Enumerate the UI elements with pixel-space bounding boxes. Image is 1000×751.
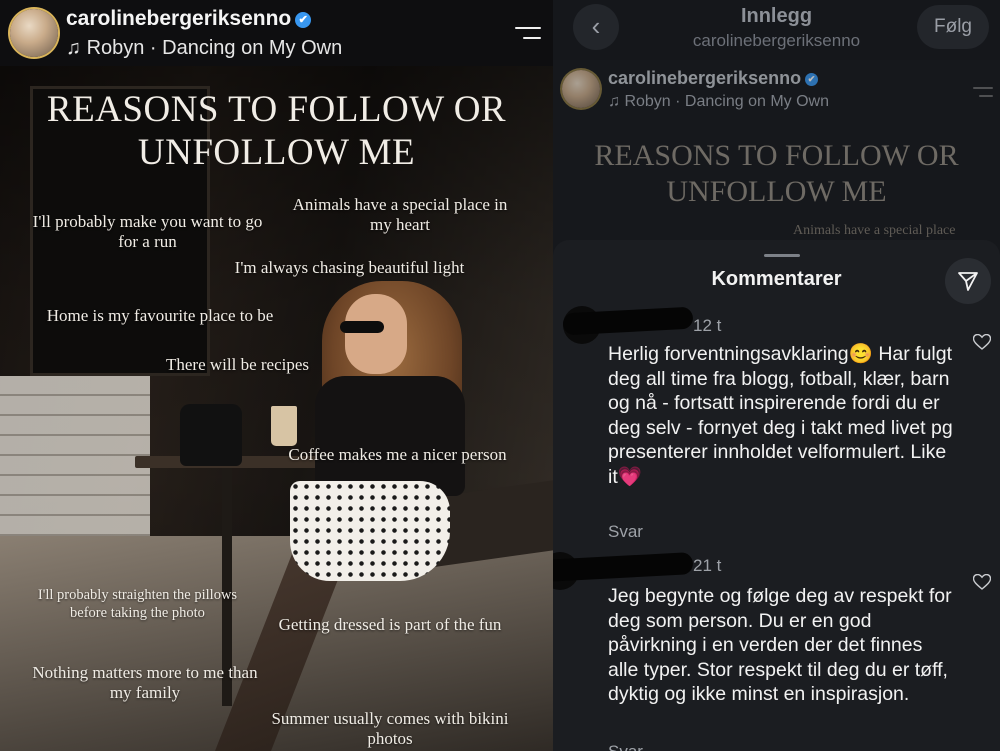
heart-icon[interactable] xyxy=(973,574,991,590)
comment-time: 12 t xyxy=(693,316,722,335)
handbag xyxy=(180,404,242,466)
woman-top xyxy=(315,376,465,496)
phrase-light: I'm always chasing beautiful light xyxy=(234,258,465,277)
comments-title: Kommentarer xyxy=(711,268,842,290)
woman-face xyxy=(345,294,407,374)
phrase-summer: Summer usually comes with bikini photos xyxy=(271,709,509,748)
comment-item: 12 t Herlig forventningsavklaring😊 Har f… xyxy=(553,302,1000,552)
phrase-coffee: Coffee makes me a nicer person xyxy=(288,445,507,464)
music-note-icon: ♫ xyxy=(608,93,620,110)
avatar[interactable] xyxy=(10,9,58,57)
music-text[interactable]: Robyn · Dancing on My Own xyxy=(87,37,343,59)
story-panel: carolinebergeriksenno ✔ ♫ Robyn · Dancing… xyxy=(0,0,553,751)
follow-button[interactable]: Følg xyxy=(917,5,989,49)
reply-button[interactable]: Svar xyxy=(608,742,643,751)
music-text[interactable]: Robyn · Dancing on My Own xyxy=(624,93,829,110)
username[interactable]: carolinebergeriksenno ✔ xyxy=(608,68,819,89)
sheet-grabber[interactable] xyxy=(764,254,800,257)
verified-icon: ✔ xyxy=(805,73,819,86)
woman-skirt xyxy=(290,481,450,581)
phrase-recipes: There will be recipes xyxy=(165,355,309,374)
verified-icon: ✔ xyxy=(295,12,312,28)
heart-icon[interactable] xyxy=(973,334,991,350)
preview-title: REASONS TO FOLLOW OR UNFOLLOW ME xyxy=(553,138,1000,210)
phrase-animals: Animals have a special place in my heart xyxy=(292,195,508,234)
post-title-line-2: UNFOLLOW ME xyxy=(137,132,416,173)
phrase-pillows: I'll probably straighten the pillows bef… xyxy=(37,587,238,621)
post-header: ‹ Innlegg carolinebergeriksenno Følg xyxy=(553,0,1000,60)
phrase-home: Home is my favourite place to be xyxy=(46,306,274,325)
post-panel: ‹ Innlegg carolinebergeriksenno Følg car… xyxy=(553,0,1000,751)
preview-phrase: Animals have a special place xyxy=(793,223,956,238)
post-title: REASONS TO FOLLOW OR UNFOLLOW ME xyxy=(0,88,553,174)
story-header: carolinebergeriksenno ✔ ♫ Robyn · Dancing… xyxy=(0,0,553,66)
post-title-line-1: REASONS TO FOLLOW OR xyxy=(46,89,507,130)
username[interactable]: carolinebergeriksenno ✔ xyxy=(66,7,312,31)
music-info[interactable]: ♫ Robyn · Dancing on My Own xyxy=(66,37,342,60)
comment-item: 21 t Jeg begynte og følge deg av respekt… xyxy=(553,552,1000,751)
reply-button[interactable]: Svar xyxy=(608,522,643,542)
menu-icon[interactable] xyxy=(973,86,993,98)
avatar[interactable] xyxy=(562,70,600,108)
preview-title-line-1: REASONS TO FOLLOW OR xyxy=(594,139,959,172)
music-note-icon: ♫ xyxy=(66,37,81,59)
comments-sheet: Kommentarer 12 t Herlig forventningsavkl… xyxy=(553,240,1000,751)
music-info[interactable]: ♫ Robyn · Dancing on My Own xyxy=(608,93,829,111)
send-icon xyxy=(958,272,978,291)
coffee-cup xyxy=(271,406,297,446)
comment-text: Jeg begynte og følge deg av respekt for … xyxy=(608,585,952,705)
comment-text: Herlig forventningsavklaring😊 Har fulgt … xyxy=(608,343,953,488)
menu-icon[interactable] xyxy=(515,25,541,41)
sunglasses xyxy=(340,321,384,333)
username-text[interactable]: carolinebergeriksenno xyxy=(608,68,801,88)
preview-title-line-2: UNFOLLOW ME xyxy=(666,175,887,208)
phrase-run: I'll probably make you want to go for a … xyxy=(32,212,263,251)
comment-time: 21 t xyxy=(693,556,722,575)
phrase-family: Nothing matters more to me than my famil… xyxy=(32,663,258,702)
share-button[interactable] xyxy=(945,258,991,304)
username-text[interactable]: carolinebergeriksenno xyxy=(66,7,291,30)
redacted-username xyxy=(553,552,694,582)
phrase-dressed: Getting dressed is part of the fun xyxy=(278,615,502,634)
